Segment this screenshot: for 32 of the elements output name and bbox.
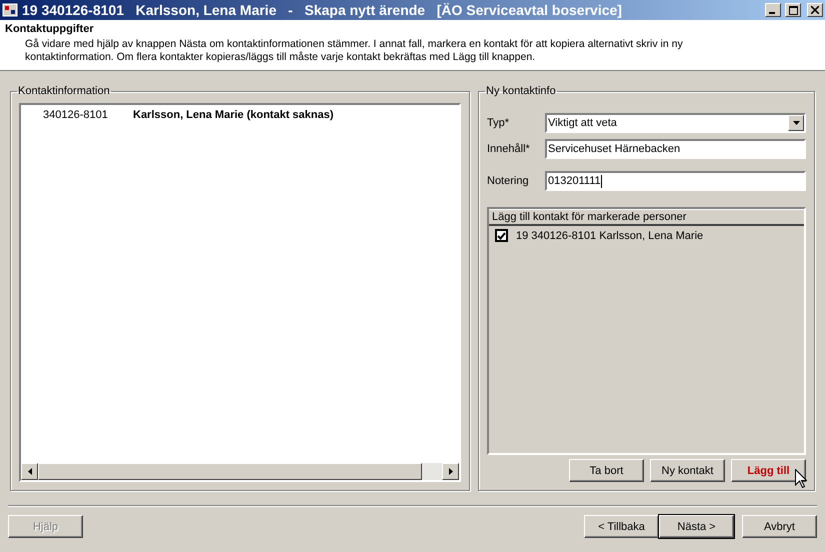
content-label: Innehåll* <box>487 143 531 155</box>
scroll-left-button[interactable] <box>21 463 38 480</box>
right-arrow-icon[interactable] <box>448 468 452 475</box>
note-label: Notering <box>487 175 530 187</box>
type-label: Typ* <box>487 117 510 129</box>
footer-button[interactable]: Avbryt <box>742 515 817 538</box>
close-icon[interactable] <box>811 6 819 14</box>
minimize-button[interactable] <box>765 3 781 17</box>
footer-button[interactable]: < Tillbaka <box>584 515 659 538</box>
scroll-right-button[interactable] <box>442 463 459 480</box>
maximize-icon[interactable] <box>788 6 798 14</box>
action-button[interactable]: Ta bort <box>569 459 644 482</box>
mouse-cursor-icon <box>795 469 807 488</box>
app-icon <box>2 2 18 18</box>
checkbox[interactable] <box>495 229 508 242</box>
contact-name-cell[interactable]: Karlsson, Lena Marie (kontakt saknas) <box>133 109 334 121</box>
group-legend: Kontaktinformation <box>17 85 111 97</box>
note-field[interactable]: 013201111 <box>545 171 806 191</box>
close-button[interactable] <box>807 3 823 17</box>
header-title: Kontaktuppgifter <box>5 23 95 35</box>
left-arrow-icon[interactable] <box>28 468 32 475</box>
id-number-cell[interactable]: 340126-8101 <box>43 109 133 121</box>
type-dropdown[interactable]: Viktigt att veta <box>545 113 806 133</box>
window-title: 19 340126-8101 Karlsson, Lena Marie - Skapa nytt ärende [ÄO Serviceavtal boservice] <box>22 2 623 18</box>
column-header: Lägg till kontakt för markerade personer <box>489 209 804 226</box>
content-field[interactable]: Servicehuset Härnebacken <box>545 139 806 159</box>
footer-button[interactable]: Nästa > <box>659 515 734 538</box>
action-button[interactable]: Ny kontakt <box>650 459 725 482</box>
group-legend: Ny kontaktinfo <box>485 85 557 97</box>
maximize-button[interactable] <box>785 3 801 17</box>
person-label: 19 340126-8101 Karlsson, Lena Marie <box>516 230 704 242</box>
header-description: Gå vidare med hjälp av knappen Nästa om kontaktinformationen stämmer. I annat fall, markera en kontakt för att kopiera alternativt skriv in ny kontaktinformation. Om flera kontakter kopieras/läggs till måste varje kontakt bekräftas med Lägg till knappen. <box>24 38 684 64</box>
